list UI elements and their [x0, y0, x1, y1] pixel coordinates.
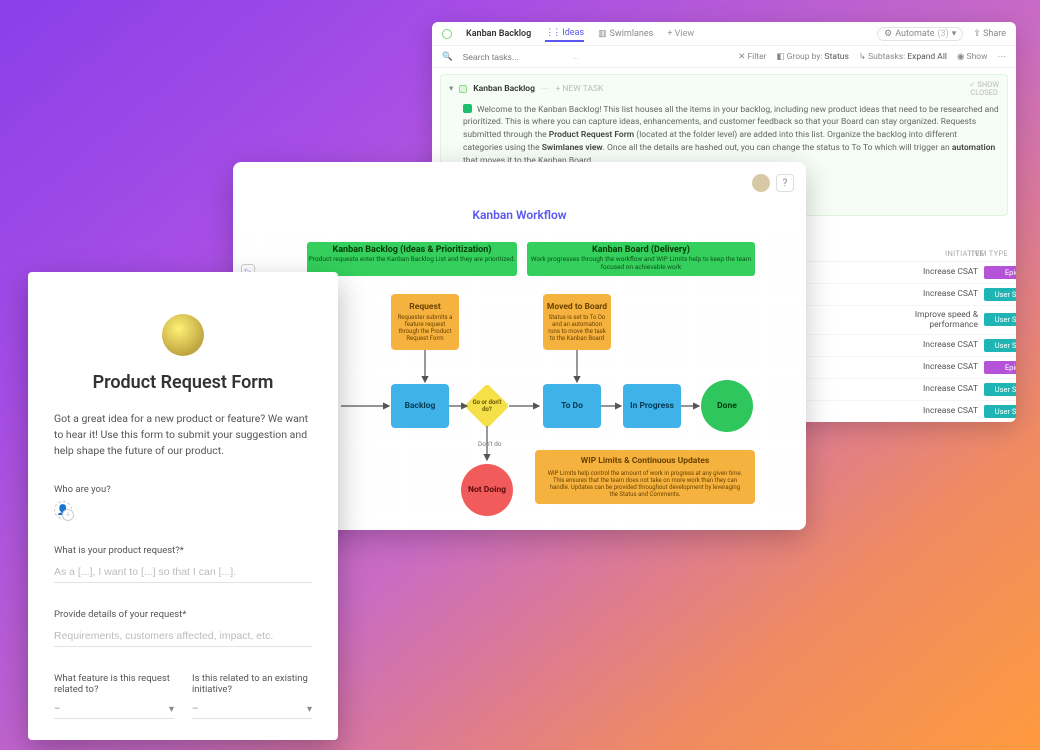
lane-backlog[interactable]: Kanban Backlog (Ideas & Prioritization) … — [307, 242, 517, 276]
group-by-button[interactable]: ◧ Group by: Status — [776, 52, 848, 62]
subtasks-button[interactable]: ↳ Subtasks: Expand All — [859, 52, 947, 62]
help-icon[interactable]: ? — [776, 174, 794, 192]
collapse-icon[interactable]: ▾ — [449, 84, 453, 94]
form-avatar — [162, 314, 204, 356]
status-square-icon — [459, 85, 467, 93]
more-icon[interactable]: … — [573, 52, 579, 62]
item-type-tag: User Story — [984, 405, 1016, 418]
backlog-tabbar: Kanban Backlog ⋮⋮ Ideas ▥ Swimlanes + Vi… — [432, 22, 1016, 46]
cell-initiative: Increase CSAT — [914, 289, 984, 299]
item-type-tag: User Story — [984, 339, 1016, 352]
backlog-toolbar: 🔍 … ✕ Filter ◧ Group by: Status ↳ Subtas… — [432, 46, 1016, 68]
initiative-label: Is this related to an existing initiativ… — [192, 673, 312, 695]
filter-button[interactable]: ✕ Filter — [738, 52, 766, 62]
form-title: Product Request Form — [54, 372, 312, 393]
workflow-title: Kanban Workflow — [233, 162, 806, 222]
initiative-select[interactable]: –▾ — [192, 701, 312, 719]
cell-initiative: Increase CSAT — [914, 406, 984, 416]
col-item-type[interactable]: ITEM TYPE — [968, 249, 1008, 258]
node-in-progress[interactable]: In Progress — [623, 384, 681, 428]
request-label: What is your product request?* — [54, 545, 312, 556]
feature-label: What feature is this request related to? — [54, 673, 174, 695]
node-not-doing[interactable]: Not Doing — [461, 464, 513, 516]
node-done[interactable]: Done — [701, 380, 753, 432]
node-todo[interactable]: To Do — [543, 384, 601, 428]
search-input[interactable] — [463, 52, 563, 62]
share-icon: ⇪ — [973, 29, 981, 39]
tab-ideas[interactable]: ⋮⋮ Ideas — [545, 28, 584, 42]
node-moved[interactable]: Moved to Board Status is set to To Do an… — [543, 294, 611, 350]
swimlanes-icon: ▥ — [598, 29, 607, 39]
details-input[interactable] — [54, 626, 312, 647]
search-icon: 🔍 — [442, 52, 453, 62]
avatar[interactable] — [752, 174, 770, 192]
details-label: Provide details of your request* — [54, 609, 312, 620]
request-input[interactable] — [54, 562, 312, 583]
new-task-button[interactable]: + NEW TASK — [555, 84, 603, 94]
cell-initiative: Increase CSAT — [914, 340, 984, 350]
add-view-button[interactable]: + View — [667, 29, 694, 39]
tab-swimlanes[interactable]: ▥ Swimlanes — [598, 29, 653, 39]
robot-icon: ⚙ — [884, 29, 892, 39]
item-type-tag: Epic — [984, 361, 1016, 374]
backlog-title: Kanban Backlog — [466, 29, 531, 39]
request-form: Product Request Form Got a great idea fo… — [28, 272, 338, 740]
cell-initiative: Increase CSAT — [914, 384, 984, 394]
more-menu-icon[interactable]: ⋯ — [998, 52, 1007, 62]
show-closed-toggle[interactable]: ✓ SHOW CLOSED — [969, 81, 999, 98]
show-button[interactable]: ◉ Show — [957, 52, 988, 62]
chevron-down-icon: ▾ — [952, 29, 957, 39]
item-type-tag: User Story — [984, 383, 1016, 396]
cell-initiative: Increase CSAT — [914, 362, 984, 372]
feature-select[interactable]: –▾ — [54, 701, 174, 719]
share-button[interactable]: ⇪ Share — [973, 29, 1006, 39]
cell-initiative: Improve speed & performance — [914, 310, 984, 330]
chevron-down-icon: ▾ — [169, 704, 174, 715]
item-type-tag: User Story — [984, 313, 1016, 326]
lane-board[interactable]: Kanban Board (Delivery) Work progresses … — [527, 242, 755, 276]
label-dont-do: Don't do — [478, 440, 501, 448]
who-label: Who are you? — [54, 484, 312, 495]
section-title: Kanban Backlog — [473, 84, 535, 94]
add-person-icon[interactable]: 👤 — [54, 501, 72, 519]
automate-button[interactable]: ⚙ Automate (3) ▾ — [877, 27, 963, 41]
checkbox-icon — [463, 104, 472, 113]
form-description: Got a great idea for a new product or fe… — [54, 411, 312, 458]
chevron-down-icon: ▾ — [307, 704, 312, 715]
status-circle-icon — [442, 29, 452, 39]
item-type-tag: User Story — [984, 288, 1016, 301]
list-icon: ⋮⋮ — [545, 28, 559, 38]
cell-initiative: Increase CSAT — [914, 267, 984, 277]
item-type-tag: Epic — [984, 266, 1016, 279]
node-wip[interactable]: WIP Limits & Continuous Updates WIP Limi… — [535, 450, 755, 504]
node-decision[interactable]: Go or don't do? — [464, 383, 509, 428]
node-backlog[interactable]: Backlog — [391, 384, 449, 428]
node-request[interactable]: Request Requester submits a feature requ… — [391, 294, 459, 350]
